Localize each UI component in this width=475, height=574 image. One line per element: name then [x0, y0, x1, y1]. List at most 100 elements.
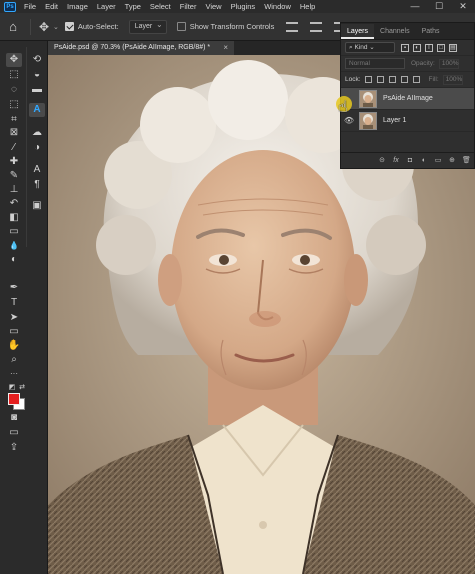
chevron-down-icon[interactable]: ⌄ — [53, 23, 59, 31]
shape-filter-icon[interactable]: □ — [437, 43, 445, 52]
tools-panel: ✥ ⬚ ◌ ⬚ ⌗ ⊠ ⁄ ✚ ✎ ⊥ ↶ ◧ ▭ 💧 ◐ ✒ T ➤ ▭ ✋ … — [0, 41, 48, 574]
hand-cursor-icon: ☝ — [338, 99, 348, 116]
comments-panel-icon[interactable]: ▬ — [29, 83, 45, 97]
type-filter-icon[interactable]: T — [425, 43, 433, 52]
path-select-tool-icon[interactable]: ➤ — [6, 311, 22, 325]
menu-image[interactable]: Image — [67, 2, 88, 11]
align-middle-icon[interactable] — [310, 21, 323, 32]
layer-name: Layer 1 — [383, 117, 407, 124]
move-tool-icon[interactable]: ✥ — [6, 53, 22, 67]
share-icon[interactable]: ⇪ — [6, 441, 22, 455]
auto-select-checkbox[interactable] — [64, 22, 74, 31]
document-tab[interactable]: PsAide.psd @ 70.3% (PsAide AIImage, RGB/… — [48, 41, 234, 55]
quick-mask-icon[interactable]: ◙ — [6, 411, 22, 425]
auto-select-label: Auto-Select: — [77, 22, 119, 31]
type-tool-icon[interactable]: T — [6, 296, 22, 310]
blend-row: Normal Opacity: 100% — [341, 56, 474, 72]
menu-edit[interactable]: Edit — [45, 2, 58, 11]
history-panel-icon[interactable]: ⟲ — [29, 53, 45, 67]
hand-tool-icon[interactable]: ✋ — [6, 339, 22, 353]
zoom-tool-icon[interactable]: ⌕ — [6, 353, 22, 367]
minimize-button[interactable]: — — [403, 0, 427, 13]
foreground-color-swatch[interactable] — [8, 393, 20, 405]
blend-mode-dropdown[interactable]: Normal — [345, 58, 405, 69]
group-icon[interactable]: ▭ — [434, 157, 442, 165]
lock-pixels-icon[interactable] — [376, 76, 384, 83]
menu-help[interactable]: Help — [300, 2, 315, 11]
eyedropper-tool-icon[interactable]: ⁄ — [6, 141, 22, 155]
menu-type[interactable]: Type — [125, 2, 141, 11]
gradient-tool-icon[interactable]: ▭ — [6, 225, 22, 239]
auto-select-target-dropdown[interactable]: Layer — [128, 19, 167, 34]
pen-tool-icon[interactable]: ✒ — [6, 281, 22, 295]
layer-row[interactable]: PsAide AIImage — [341, 88, 474, 110]
lock-artboard-icon[interactable] — [400, 76, 408, 83]
close-icon[interactable]: × — [223, 41, 228, 55]
lasso-tool-icon[interactable]: ◌ — [6, 83, 22, 97]
lock-transparency-icon[interactable] — [364, 76, 372, 83]
smart-object-filter-icon[interactable]: ▤ — [449, 43, 457, 52]
menu-bar: Ps File Edit Image Layer Type Select Fil… — [0, 0, 475, 13]
menu-view[interactable]: View — [205, 2, 221, 11]
menu-window[interactable]: Window — [264, 2, 291, 11]
tab-channels[interactable]: Channels — [374, 24, 416, 39]
mask-icon[interactable]: ◘ — [406, 157, 414, 165]
ai-panel-icon[interactable]: A — [29, 103, 45, 117]
layers-panel-footer: ⊝ fx ◘ ◐ ▭ ⊕ 🗑 — [341, 152, 474, 168]
pixel-filter-icon[interactable]: ▪ — [401, 43, 409, 52]
transform-controls-checkbox[interactable] — [176, 22, 186, 31]
new-layer-icon[interactable]: ⊕ — [448, 157, 456, 165]
history-brush-tool-icon[interactable]: ↶ — [6, 197, 22, 211]
eraser-tool-icon[interactable]: ◧ — [6, 211, 22, 225]
link-layers-icon[interactable]: ⊝ — [378, 157, 386, 165]
brush-tool-icon[interactable]: ✎ — [6, 169, 22, 183]
fx-icon[interactable]: fx — [392, 157, 400, 165]
layer-thumbnail — [359, 89, 377, 108]
document-tab-title: PsAide.psd @ 70.3% (PsAide AIImage, RGB/… — [54, 44, 211, 51]
home-icon[interactable]: ⌂ — [0, 19, 26, 34]
kind-filter-dropdown[interactable]: ⌕ Kind ⌄ — [345, 42, 395, 53]
marquee-tool-icon[interactable]: ⬚ — [6, 68, 22, 82]
delete-layer-icon[interactable]: 🗑 — [462, 157, 471, 165]
libraries-panel-icon[interactable]: ▣ — [29, 199, 45, 213]
align-top-icon[interactable] — [286, 21, 299, 32]
close-window-button[interactable]: ✕ — [451, 0, 475, 13]
opacity-label: Opacity: — [411, 60, 435, 67]
character-panel-icon[interactable]: A — [29, 163, 45, 177]
color-panel-icon[interactable]: ◑ — [29, 141, 45, 155]
menu-file[interactable]: File — [24, 2, 36, 11]
more-tools-icon[interactable]: ··· — [6, 367, 22, 381]
tab-layers[interactable]: Layers — [341, 24, 375, 39]
visibility-eye-icon[interactable]: 👁 — [341, 116, 357, 125]
crop-tool-icon[interactable]: ⌗ — [6, 113, 22, 127]
clone-stamp-tool-icon[interactable]: ⊥ — [6, 183, 22, 197]
adjustment-layer-icon[interactable]: ◐ — [420, 157, 428, 165]
opacity-value[interactable]: 100% — [438, 58, 459, 69]
rectangle-tool-icon[interactable]: ▭ — [6, 325, 22, 339]
adjustments-panel-icon[interactable]: ◒ — [29, 68, 45, 82]
menu-plugins[interactable]: Plugins — [231, 2, 256, 11]
tab-paths[interactable]: Paths — [416, 24, 446, 39]
lock-label: Lock: — [345, 76, 361, 83]
menu-filter[interactable]: Filter — [180, 2, 197, 11]
healing-brush-tool-icon[interactable]: ✚ — [6, 155, 22, 169]
photoshop-logo: Ps — [4, 1, 16, 12]
menu-layer[interactable]: Layer — [97, 2, 116, 11]
panel-tabs: Layers Channels Paths — [341, 23, 474, 40]
menu-select[interactable]: Select — [150, 2, 171, 11]
object-select-tool-icon[interactable]: ⬚ — [6, 98, 22, 112]
maximize-button[interactable]: ☐ — [427, 0, 451, 13]
dodge-tool-icon[interactable]: ◐ — [6, 253, 22, 267]
paragraph-panel-icon[interactable]: ¶ — [29, 178, 45, 192]
adjustment-filter-icon[interactable]: ◐ — [413, 43, 421, 52]
transform-controls-label: Show Transform Controls — [189, 22, 275, 31]
layer-row[interactable]: 👁 Layer 1 — [341, 110, 474, 132]
lock-all-icon[interactable] — [412, 76, 420, 83]
move-tool-preset-icon[interactable]: ✥ — [35, 20, 53, 34]
fill-value[interactable]: 100% — [442, 74, 463, 85]
screen-mode-icon[interactable]: ▭ — [6, 426, 22, 440]
blur-tool-icon[interactable]: 💧 — [6, 239, 22, 253]
lock-position-icon[interactable] — [388, 76, 396, 83]
cloud-panel-icon[interactable]: ☁ — [29, 126, 45, 140]
frame-tool-icon[interactable]: ⊠ — [6, 126, 22, 140]
